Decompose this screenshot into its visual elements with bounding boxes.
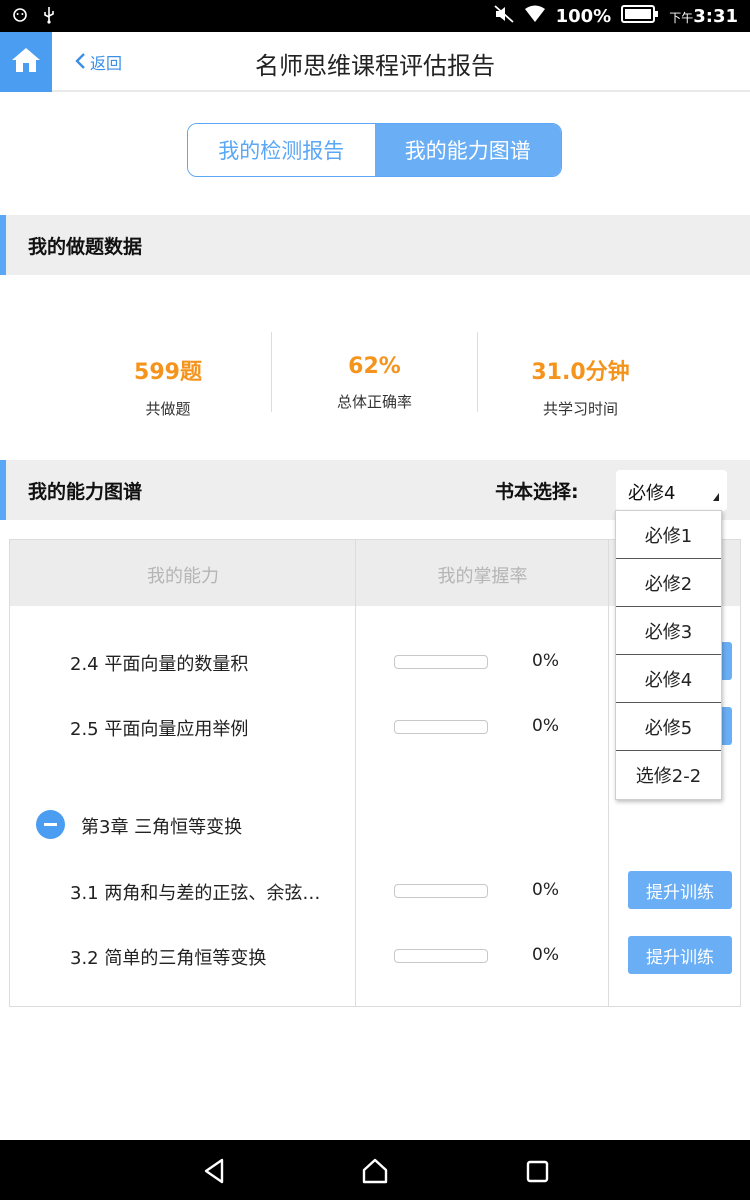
stat-accuracy: 62% 总体正确率 (271, 332, 477, 412)
mastery-percent: 0% (532, 651, 559, 671)
clock: 下午3:31 (669, 6, 738, 27)
usb-icon (42, 6, 56, 28)
ability-name: 2.5 平面向量应用举例 (70, 719, 249, 740)
tab-ability-map[interactable]: 我的能力图谱 (374, 124, 561, 176)
book-select-label: 书本选择: (495, 481, 579, 503)
battery-percent: 100% (555, 6, 612, 27)
book-option[interactable]: 必修3 (616, 607, 721, 655)
stat-value: 599题 (134, 360, 202, 385)
ability-name: 2.4 平面向量的数量积 (70, 654, 249, 675)
battery-icon (621, 4, 659, 29)
back-nav-button[interactable] (200, 1156, 230, 1186)
improve-training-button[interactable]: 提升训练 (628, 936, 732, 974)
chapter-title: 第3章 三角恒等变换 (81, 817, 243, 838)
column-header-mastery: 我的掌握率 (437, 566, 528, 587)
triangle-back-icon (204, 1158, 224, 1184)
mute-icon (493, 5, 514, 28)
mastery-percent: 0% (532, 716, 559, 736)
practice-section-header: 我的做题数据 (0, 215, 750, 275)
mastery-bar (394, 884, 488, 898)
section-title: 我的能力图谱 (28, 481, 143, 503)
table-row: 3.2 简单的三角恒等变换 0% 提升训练 (10, 936, 740, 976)
book-option[interactable]: 必修2 (616, 559, 721, 607)
mastery-percent: 0% (532, 880, 559, 900)
stat-label: 共做题 (145, 400, 191, 418)
book-option[interactable]: 选修2-2 (616, 751, 721, 799)
book-select-dropdown: 必修1 必修2 必修3 必修4 必修5 选修2-2 (615, 510, 722, 800)
ability-name: 3.1 两角和与差的正弦、余弦… (70, 883, 321, 904)
mastery-bar (394, 720, 488, 734)
dropdown-arrow-icon (713, 493, 719, 501)
page-title: 名师思维课程评估报告 (255, 52, 495, 80)
mastery-bar (394, 655, 488, 669)
house-icon (362, 1158, 388, 1184)
improve-training-button[interactable]: 提升训练 (628, 871, 732, 909)
stat-study-time: 31.0分钟 共学习时间 (477, 332, 683, 418)
book-option[interactable]: 必修5 (616, 703, 721, 751)
section-title: 我的做题数据 (28, 236, 143, 258)
square-icon (526, 1160, 549, 1183)
stat-label: 共学习时间 (542, 400, 618, 418)
chapter-row[interactable]: 第3章 三角恒等变换 (10, 805, 610, 845)
column-header-ability: 我的能力 (147, 566, 219, 587)
stat-value: 62% (348, 354, 401, 379)
stat-total-questions: 599题 共做题 (65, 332, 271, 418)
recents-nav-button[interactable] (522, 1156, 552, 1186)
book-select[interactable]: 必修4 (616, 470, 727, 511)
stat-label: 总体正确率 (336, 393, 412, 411)
book-option[interactable]: 必修1 (616, 511, 721, 559)
collapse-icon[interactable] (36, 810, 65, 839)
table-row: 3.1 两角和与差的正弦、余弦… 0% 提升训练 (10, 871, 740, 911)
home-nav-button[interactable] (360, 1156, 390, 1186)
mastery-percent: 0% (532, 945, 559, 965)
notification-icon (12, 7, 28, 27)
navigation-bar (0, 1140, 750, 1200)
app-header: 返回 名师思维课程评估报告 (0, 32, 750, 92)
status-bar: 100% 下午3:31 (0, 0, 750, 32)
report-tabs: 我的检测报告 我的能力图谱 (187, 123, 562, 177)
practice-stats: 599题 共做题 62% 总体正确率 31.0分钟 共学习时间 (65, 332, 685, 418)
book-select-value: 必修4 (628, 483, 676, 504)
tab-test-report[interactable]: 我的检测报告 (188, 124, 375, 176)
mastery-bar (394, 949, 488, 963)
ability-name: 3.2 简单的三角恒等变换 (70, 948, 267, 969)
wifi-icon (524, 5, 546, 28)
book-option[interactable]: 必修4 (616, 655, 721, 703)
stat-value: 31.0分钟 (531, 360, 630, 385)
